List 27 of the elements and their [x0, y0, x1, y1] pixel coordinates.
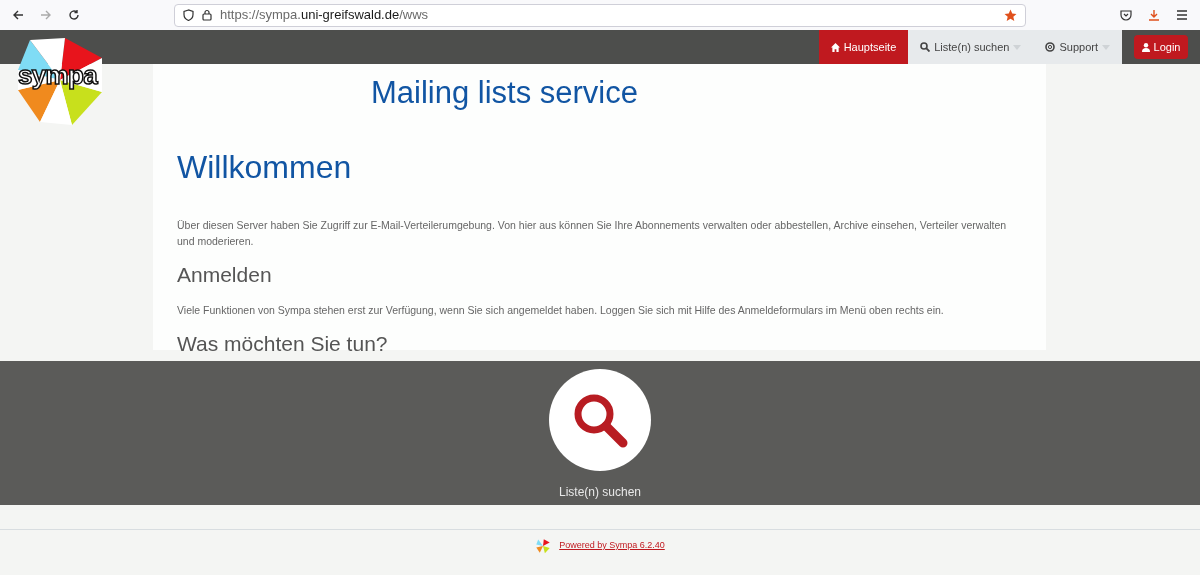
download-icon[interactable] — [1148, 9, 1160, 21]
nav-tab[interactable]: Liste(n) suchen — [908, 30, 1034, 64]
login-button[interactable]: Login — [1133, 35, 1189, 59]
url-text: https://sympa.uni-greifswald.de/wws — [220, 6, 429, 25]
shield-icon — [183, 9, 194, 21]
sympa-logo[interactable]: sympa — [10, 30, 110, 130]
nav-tab[interactable]: Support — [1033, 30, 1122, 64]
user-icon — [1141, 42, 1150, 52]
lifebuoy-icon — [1045, 42, 1056, 52]
page-title: Mailing lists service — [370, 74, 639, 112]
paragraph: Über diesen Server haben Sie Zugriff zur E-Mail-Verteilerumgebung. Von hier aus können Sie Ihre Abonnements verwalten oder abbestellen, Archive einsehen, Verteiler verwalten und moderieren. — [177, 217, 1008, 249]
search-icon — [920, 42, 931, 52]
address-bar[interactable]: https://sympa.uni-greifswald.de/wws — [174, 3, 1026, 27]
paragraph: Viele Funktionen von Sympa stehen erst zur Verfügung, wenn Sie sich angemeldet haben. Loggen Sie sich mit Hilfe des Anmeldeformulars im Menü oben rechts ein. — [177, 303, 945, 318]
section-heading: Was möchten Sie tun? — [177, 331, 389, 357]
reload-icon[interactable] — [68, 9, 80, 21]
section-heading: Anmelden — [177, 261, 273, 288]
powered-by-link[interactable]: Powered by Sympa 6.2.40 — [559, 539, 665, 553]
pocket-icon[interactable] — [1120, 9, 1132, 21]
lock-icon — [202, 9, 212, 21]
home-icon — [830, 42, 840, 52]
welcome-heading: Willkommen — [177, 147, 353, 187]
menu-icon[interactable] — [1176, 9, 1188, 21]
star-icon[interactable] — [1004, 8, 1017, 22]
back-icon[interactable] — [12, 9, 24, 21]
nav-tab[interactable]: Hauptseite — [818, 30, 909, 64]
sympa-icon — [535, 538, 552, 554]
